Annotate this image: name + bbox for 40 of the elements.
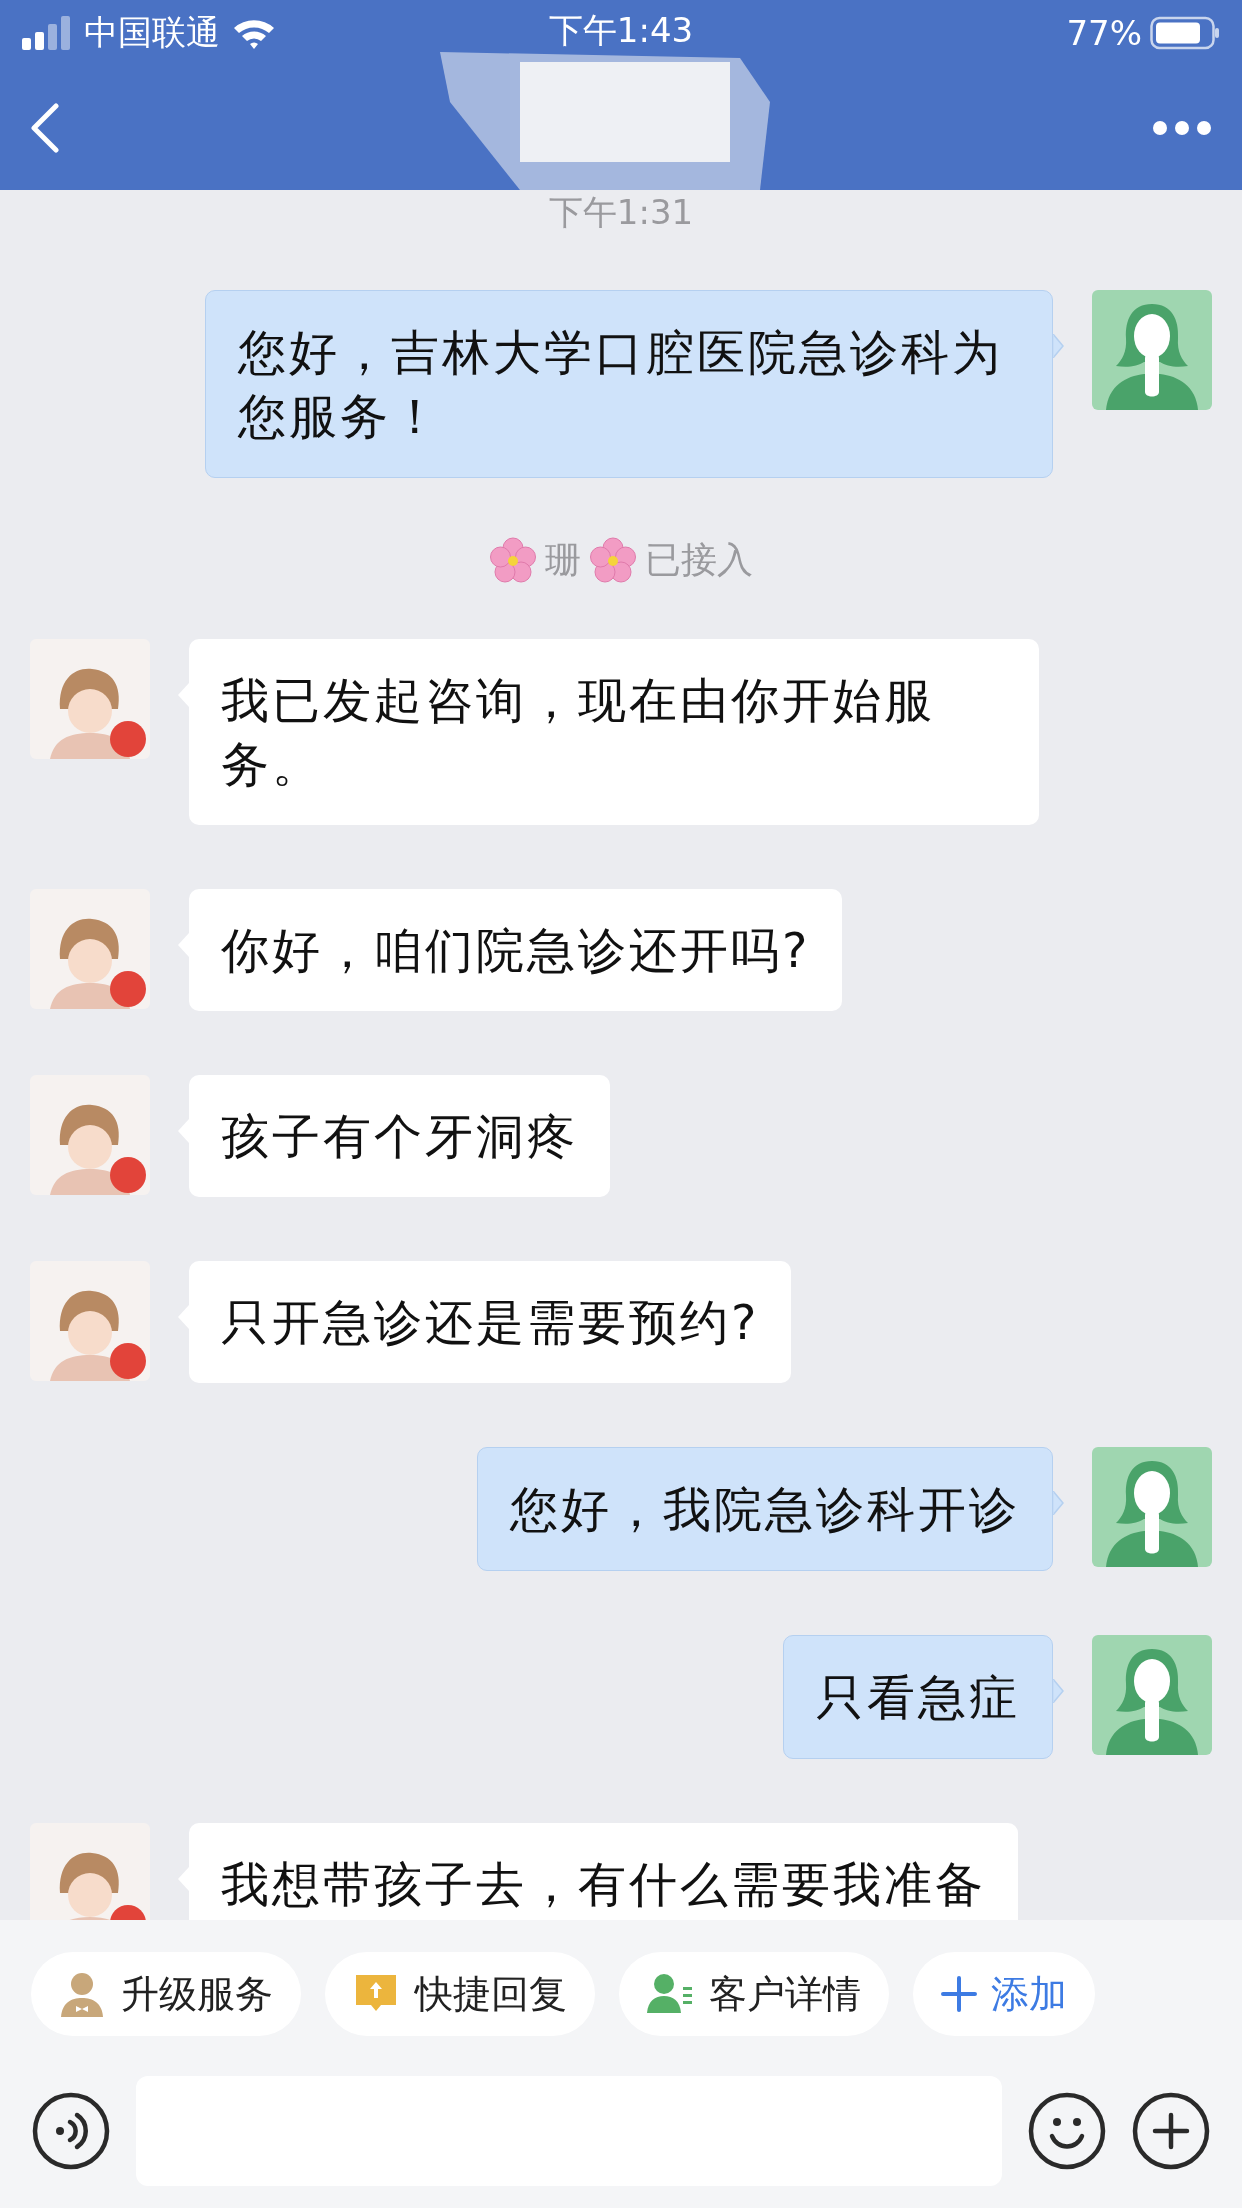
quick-action-button[interactable]: 添加 [913,1952,1095,2036]
flower-icon [489,536,537,585]
agent-name: 珊 [545,538,581,582]
person-icon [59,1971,105,2017]
avatar-icon[interactable] [30,1823,150,1920]
battery-percent: 77% [1066,13,1142,53]
message-bubble: 只开急诊还是需要预约? [189,1261,792,1383]
quick-action-button[interactable]: 升级服务 [31,1952,301,2036]
message-bubble: 我已发起咨询，现在由你开始服务。 [189,639,1039,825]
bubble-tail [1053,1679,1064,1703]
message-bubble: 您好，吉林大学口腔医院急诊科为您服务！ [205,290,1053,478]
message-time: 下午1:31 [548,192,694,232]
plus-icon [941,1976,977,2012]
avatar-icon[interactable] [1092,1447,1212,1567]
flower-icon [589,536,637,585]
avatar-icon[interactable] [30,1261,150,1381]
avatar-icon[interactable] [1092,1635,1212,1755]
avatar-icon[interactable] [30,889,150,1009]
emoji-icon[interactable] [1028,2092,1106,2170]
clock-time: 下午1:43 [548,9,694,52]
message-bubble: 你好，咱们院急诊还开吗? [189,889,843,1011]
more-icon[interactable] [1152,120,1212,136]
avatar-icon[interactable] [30,639,150,759]
avatar-icon[interactable] [30,1075,150,1195]
quick-action-button[interactable]: 快捷回复 [325,1952,595,2036]
quick-action-button[interactable]: 客户详情 [619,1952,889,2036]
avatar-icon[interactable] [1092,290,1212,410]
message-bubble: 孩子有个牙洞疼 [189,1075,610,1197]
system-notice: 已接入 [645,538,753,582]
signal-icon [22,16,72,50]
back-icon[interactable] [30,103,60,153]
battery-icon [1150,16,1220,50]
message-bubble: 只看急症 [783,1635,1053,1759]
voice-icon[interactable] [32,2092,110,2170]
bubble-tail [1053,1491,1064,1515]
message-bubble: 我想带孩子去，有什么需要我准备 [189,1823,1018,1920]
carrier-name: 中国联通 [84,11,220,54]
bubble-tail [1053,334,1064,358]
add-icon[interactable] [1132,2092,1210,2170]
message-bubble: 您好，我院急诊科开诊 [477,1447,1053,1571]
